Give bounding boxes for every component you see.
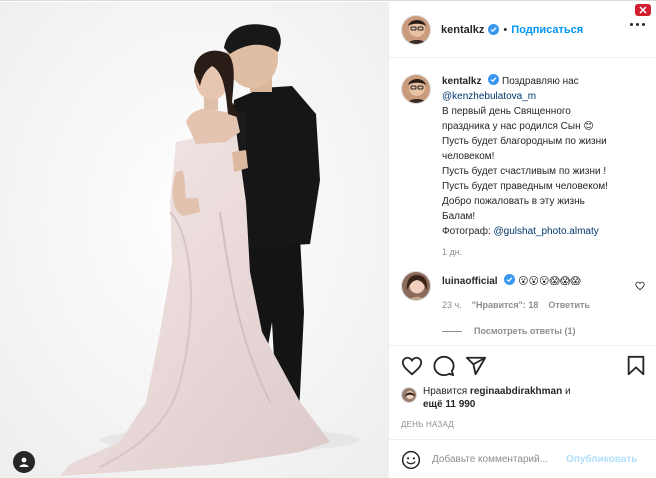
close-icon[interactable]	[635, 4, 651, 16]
couple-photo	[0, 2, 388, 478]
photo-credit-label: Фотограф:	[442, 226, 491, 237]
comment-text: luinaofficial 😮😮😮😱😱😱	[442, 271, 649, 289]
likes-conjunction: и	[564, 386, 571, 397]
view-replies-label: Посмотреть ответы (1)	[474, 326, 576, 336]
view-replies-button[interactable]: Посмотреть ответы (1)	[442, 326, 649, 336]
post-photo[interactable]	[0, 2, 388, 478]
comment-icon[interactable]	[433, 355, 455, 377]
action-icons	[401, 355, 647, 379]
photo-credit-mention[interactable]: @gulshat_photo.almaty	[494, 226, 599, 237]
caption-line: Пусть будет счастливым по жизни !	[442, 166, 607, 177]
post-date[interactable]: ДЕНЬ НАЗАД	[401, 420, 454, 429]
caption-line: Пусть будет благородным по жизни	[442, 136, 607, 147]
follow-button[interactable]: Подписаться	[511, 24, 583, 36]
author-avatar[interactable]	[401, 14, 431, 45]
post-header: kentalkz • Подписаться	[389, 2, 656, 58]
caption-line: Пусть будет праведным человеком!	[442, 181, 608, 192]
comment-timestamp[interactable]: 23 ч.	[442, 300, 462, 310]
liker-username[interactable]: reginaabdirakhman	[470, 386, 562, 397]
comment-meta: 23 ч. "Нравится": 18 Ответить	[442, 300, 649, 310]
caption-text: kentalkz Поздравляю нас @kenzhebulatova_…	[442, 74, 649, 239]
verified-icon	[504, 274, 516, 285]
caption-mention[interactable]: @kenzhebulatova_m	[442, 91, 536, 102]
user-tag-icon[interactable]	[13, 451, 35, 473]
verified-icon	[488, 74, 500, 85]
comment-likes-count[interactable]: "Нравится": 18	[472, 300, 539, 310]
likes-text: Нравится reginaabdirakhman и ещё 11 990	[423, 385, 571, 411]
replies-divider	[442, 330, 462, 332]
likes-prefix: Нравится	[423, 386, 468, 397]
share-icon[interactable]	[465, 355, 487, 377]
caption-username[interactable]: kentalkz	[442, 76, 481, 87]
commenter-avatar[interactable]	[401, 271, 431, 301]
comment-item: luinaofficial 😮😮😮😱😱😱 23 ч. "Нравится": 1…	[401, 271, 649, 336]
comment-input[interactable]	[432, 454, 562, 465]
liker-avatar[interactable]	[401, 387, 417, 403]
author-username[interactable]: kentalkz	[441, 24, 484, 36]
caption-line: В первый день Священного	[442, 106, 571, 117]
caption-line: Балам!	[442, 211, 476, 222]
post-side-panel: kentalkz • Подписаться kentalkz Поздравл…	[388, 2, 656, 478]
likes-more[interactable]: ещё 11 990	[423, 399, 475, 410]
add-comment-bar: Опубликовать	[389, 439, 656, 478]
commenter-username[interactable]: luinaofficial	[442, 276, 498, 287]
comment-like-heart-icon[interactable]	[635, 281, 645, 291]
comments-area[interactable]: kentalkz Поздравляю нас @kenzhebulatova_…	[389, 59, 656, 344]
likes-summary: Нравится reginaabdirakhman и ещё 11 990	[401, 385, 571, 411]
heart-icon[interactable]	[401, 355, 423, 377]
publish-button[interactable]: Опубликовать	[566, 454, 637, 465]
comment-body: 😮😮😮😱😱😱	[518, 276, 581, 287]
emoji-icon[interactable]	[401, 450, 421, 470]
post-actions: Нравится reginaabdirakhman и ещё 11 990 …	[389, 345, 656, 440]
more-icon[interactable]	[630, 23, 645, 26]
bookmark-icon[interactable]	[625, 355, 647, 377]
caption-line: человеком!	[442, 151, 495, 162]
caption-intro: Поздравляю нас	[502, 76, 579, 87]
reply-button[interactable]: Ответить	[548, 300, 590, 310]
caption-avatar[interactable]	[401, 74, 431, 104]
caption-line: Добро пожаловать в эту жизнь	[442, 196, 585, 207]
caption-line: праздника у нас родился Сын 😊	[442, 121, 594, 132]
caption: kentalkz Поздравляю нас @kenzhebulatova_…	[401, 74, 649, 257]
caption-timestamp[interactable]: 1 дн.	[442, 247, 649, 257]
header-separator: •	[503, 23, 508, 36]
verified-icon	[488, 24, 500, 35]
post-window: kentalkz • Подписаться kentalkz Поздравл…	[0, 0, 656, 478]
